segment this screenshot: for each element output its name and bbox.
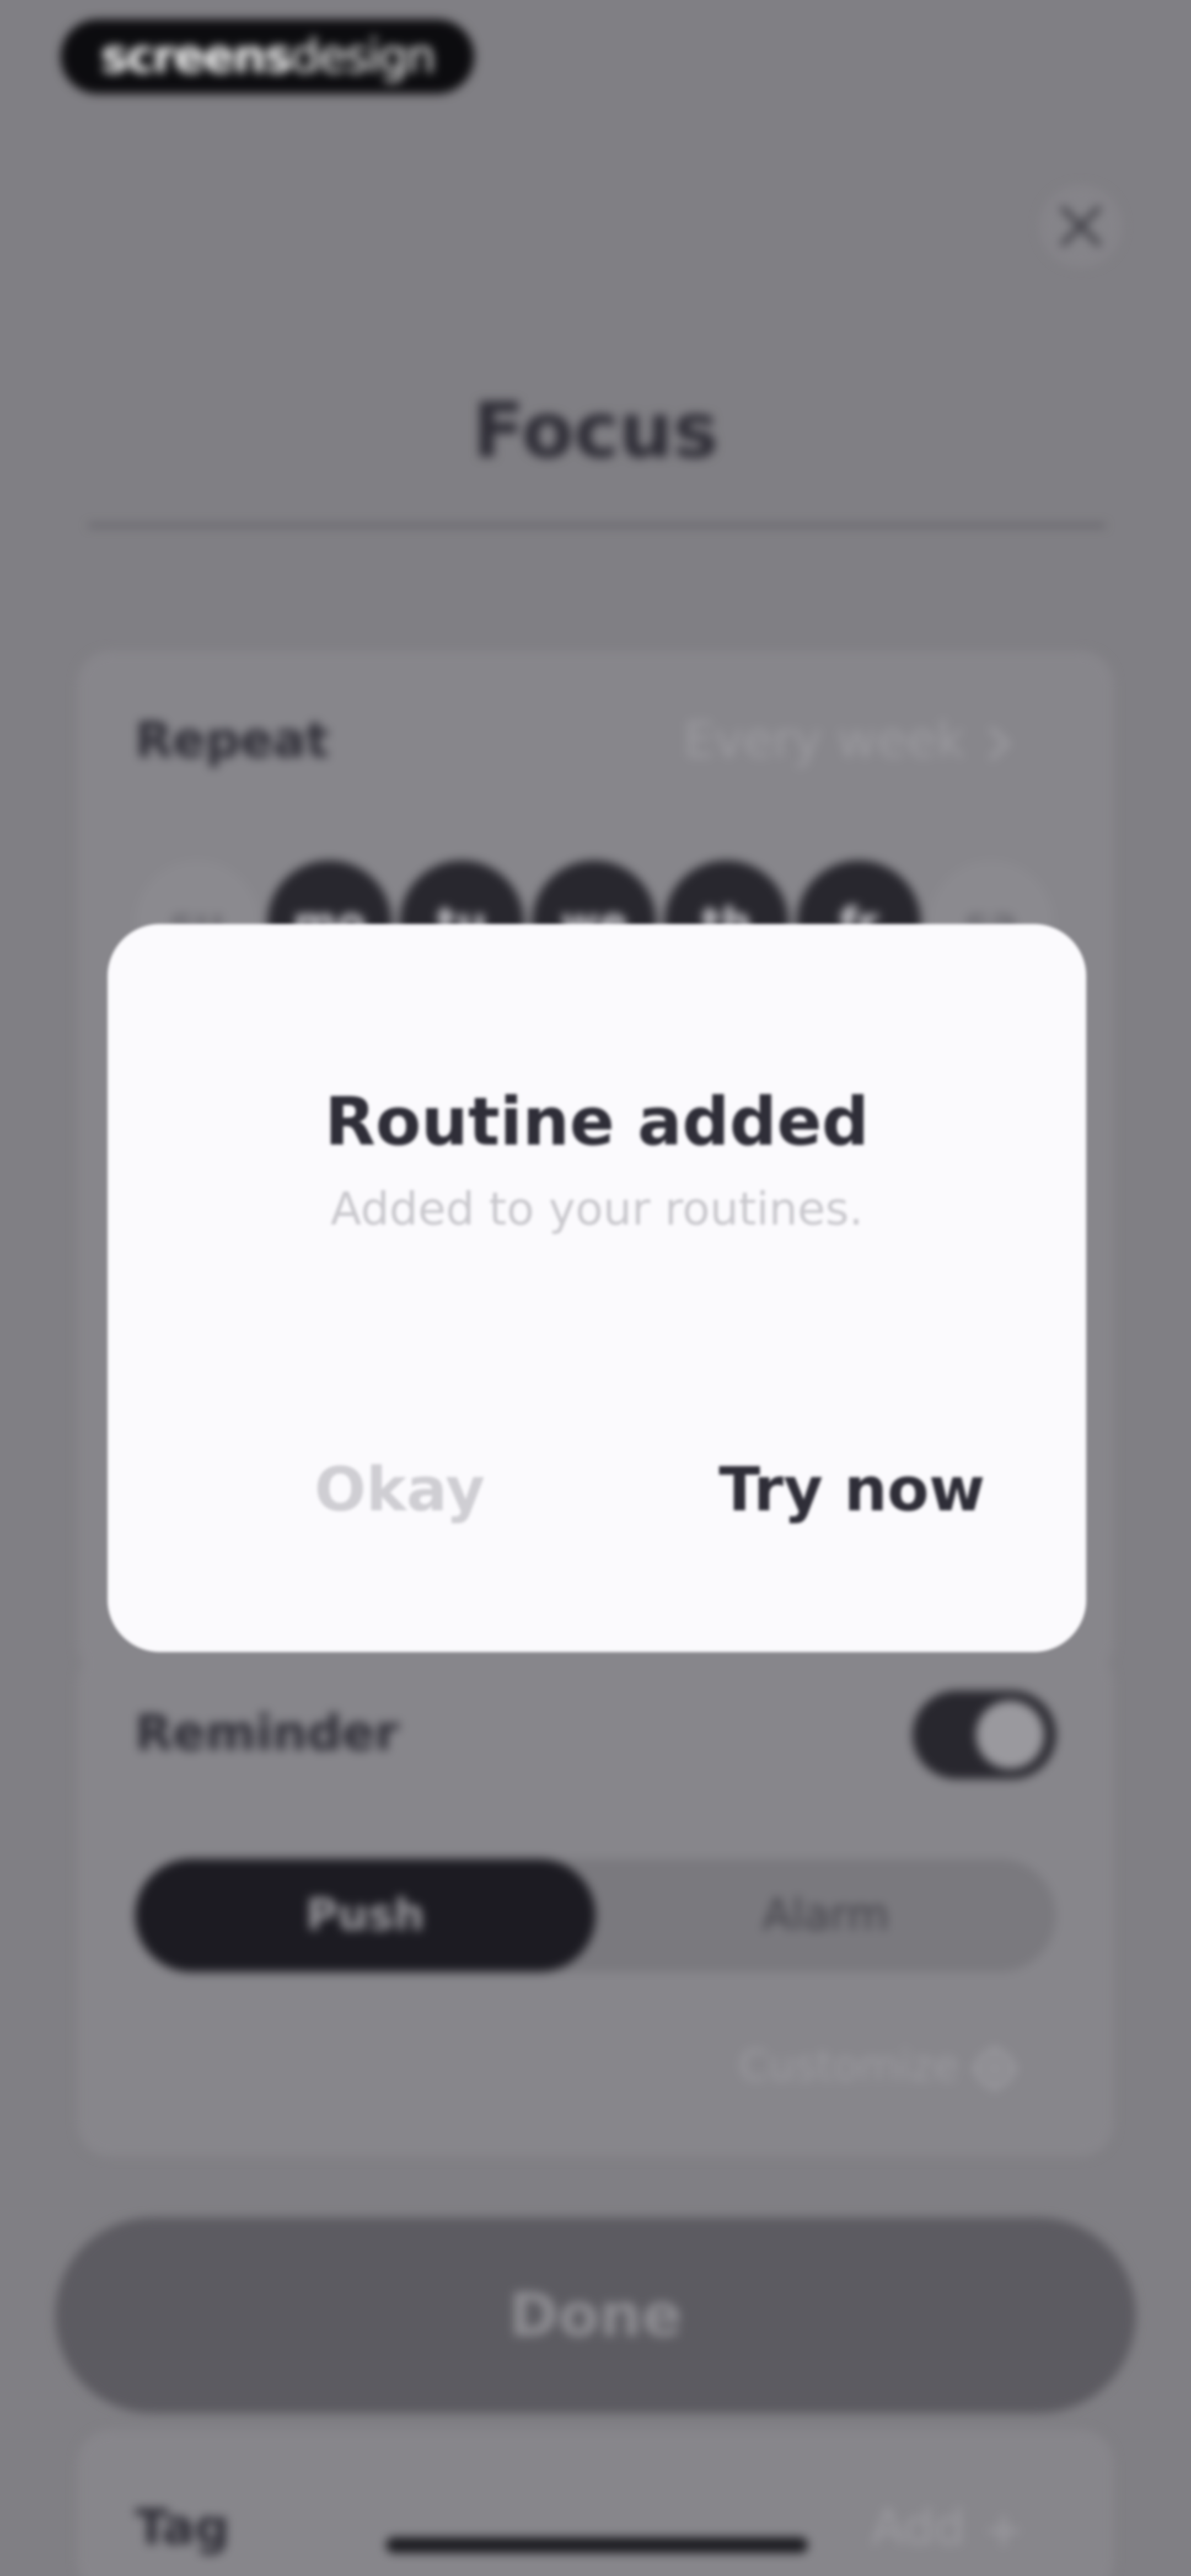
page-title: Focus — [473, 386, 718, 475]
reminder-type-segmented-control: Push Alarm — [135, 1859, 1056, 1972]
title-divider — [88, 524, 1106, 527]
reminder-label: Reminder — [135, 1704, 399, 1761]
close-button[interactable] — [1039, 185, 1122, 268]
plus-icon — [988, 2515, 1020, 2547]
toggle-knob — [976, 1701, 1044, 1769]
repeat-value[interactable]: Every week — [684, 712, 1014, 768]
repeat-value-text: Every week — [684, 712, 965, 768]
brand-logo-strong: screens — [100, 29, 292, 83]
close-icon — [1060, 206, 1101, 247]
dialog-message: Added to your routines. — [330, 1183, 863, 1236]
gear-icon — [972, 2046, 1017, 2091]
segment-alarm[interactable]: Alarm — [596, 1859, 1056, 1972]
screen: screensdesign Focus Repeat Every week su… — [0, 0, 1191, 2576]
done-button[interactable]: Done — [55, 2217, 1136, 2413]
try-now-button[interactable]: Try now — [648, 1440, 1056, 1539]
reminder-toggle[interactable] — [913, 1691, 1056, 1779]
okay-button[interactable]: Okay — [256, 1440, 543, 1539]
tag-add-button[interactable]: Add — [871, 2499, 1020, 2556]
chevron-right-icon — [989, 727, 1010, 760]
brand-logo: screensdesign — [61, 19, 474, 94]
dialog-title: Routine added — [324, 1084, 870, 1161]
routine-added-dialog: Routine added Added to your routines. Ok… — [108, 924, 1086, 1652]
home-indicator[interactable] — [386, 2537, 808, 2553]
tag-add-label: Add — [871, 2499, 965, 2556]
repeat-label: Repeat — [135, 712, 329, 768]
customize-link[interactable]: Customize — [739, 2041, 1020, 2093]
brand-logo-light: design — [290, 29, 436, 83]
segment-push[interactable]: Push — [135, 1859, 596, 1972]
tag-label: Tag — [135, 2499, 230, 2556]
customize-label: Customize — [739, 2041, 959, 2090]
